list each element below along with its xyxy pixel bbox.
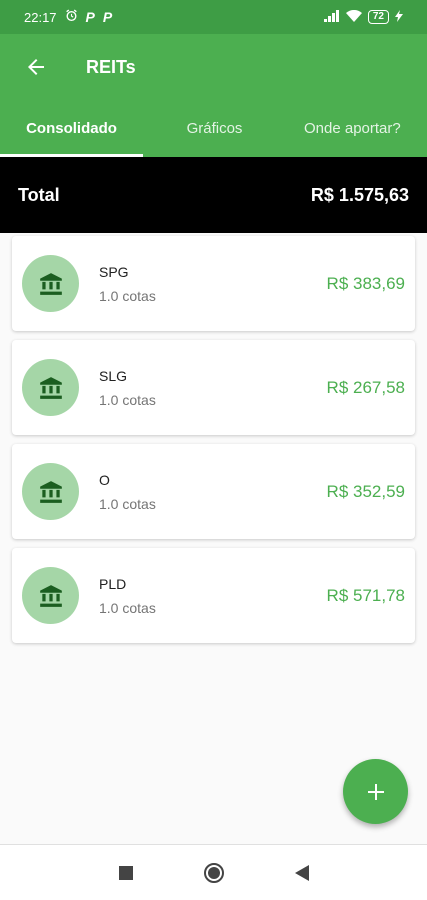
signal-icon bbox=[323, 9, 340, 25]
status-bar: 22:17 P P 72 bbox=[0, 0, 427, 34]
back-button[interactable] bbox=[8, 39, 64, 95]
asset-card-o[interactable]: O 1.0 cotas R$ 352,59 bbox=[12, 444, 415, 539]
avatar bbox=[22, 255, 79, 312]
battery-indicator: 72 bbox=[367, 10, 389, 24]
plus-icon bbox=[367, 783, 384, 800]
app-bar: REITs bbox=[0, 34, 427, 100]
page-title: REITs bbox=[86, 56, 136, 77]
asset-ticker: PLD bbox=[99, 575, 127, 592]
bank-icon bbox=[39, 480, 62, 503]
wifi-icon bbox=[345, 9, 362, 25]
tab-graficos[interactable]: Gráficos bbox=[143, 100, 286, 157]
notification-p-icon: P bbox=[102, 9, 113, 25]
bank-icon bbox=[39, 376, 62, 399]
total-label: Total bbox=[18, 184, 60, 205]
asset-ticker: SLG bbox=[99, 367, 128, 384]
asset-quantity: 1.0 cotas bbox=[99, 495, 156, 512]
asset-quantity: 1.0 cotas bbox=[99, 599, 156, 616]
total-summary: Total R$ 1.575,63 bbox=[0, 157, 427, 233]
tab-onde-aportar[interactable]: Onde aportar? bbox=[286, 100, 427, 157]
circle-icon bbox=[203, 862, 224, 883]
asset-ticker: SPG bbox=[99, 263, 129, 280]
system-nav-bar bbox=[0, 844, 427, 900]
asset-ticker: O bbox=[99, 471, 110, 488]
bank-icon bbox=[39, 584, 62, 607]
avatar bbox=[22, 463, 79, 520]
alarm-icon bbox=[65, 9, 78, 25]
add-asset-button[interactable] bbox=[343, 759, 408, 824]
asset-card-spg[interactable]: SPG 1.0 cotas R$ 383,69 bbox=[12, 236, 415, 331]
charging-icon bbox=[395, 9, 403, 25]
asset-value: R$ 352,59 bbox=[326, 481, 405, 501]
asset-quantity: 1.0 cotas bbox=[99, 391, 156, 408]
asset-value: R$ 267,58 bbox=[326, 377, 405, 397]
home-button[interactable] bbox=[200, 859, 228, 887]
arrow-left-icon bbox=[28, 59, 44, 75]
total-value: R$ 1.575,63 bbox=[310, 184, 409, 205]
asset-quantity: 1.0 cotas bbox=[99, 287, 156, 304]
asset-card-slg[interactable]: SLG 1.0 cotas R$ 267,58 bbox=[12, 340, 415, 435]
tab-consolidado[interactable]: Consolidado bbox=[0, 100, 143, 157]
asset-list: SPG 1.0 cotas R$ 383,69 SLG 1.0 cotas R$… bbox=[12, 236, 415, 652]
asset-card-pld[interactable]: PLD 1.0 cotas R$ 571,78 bbox=[12, 548, 415, 643]
asset-value: R$ 383,69 bbox=[326, 273, 405, 293]
notification-p-icon: P bbox=[85, 9, 95, 25]
square-icon bbox=[118, 865, 133, 880]
avatar bbox=[22, 359, 79, 416]
triangle-left-icon bbox=[294, 864, 309, 881]
tab-bar: Consolidado Gráficos Onde aportar? bbox=[0, 100, 427, 157]
bank-icon bbox=[39, 272, 62, 295]
recents-button[interactable] bbox=[112, 859, 140, 887]
asset-value: R$ 571,78 bbox=[326, 585, 405, 605]
back-nav-button[interactable] bbox=[288, 859, 316, 887]
status-time: 22:17 bbox=[24, 9, 57, 25]
avatar bbox=[22, 567, 79, 624]
